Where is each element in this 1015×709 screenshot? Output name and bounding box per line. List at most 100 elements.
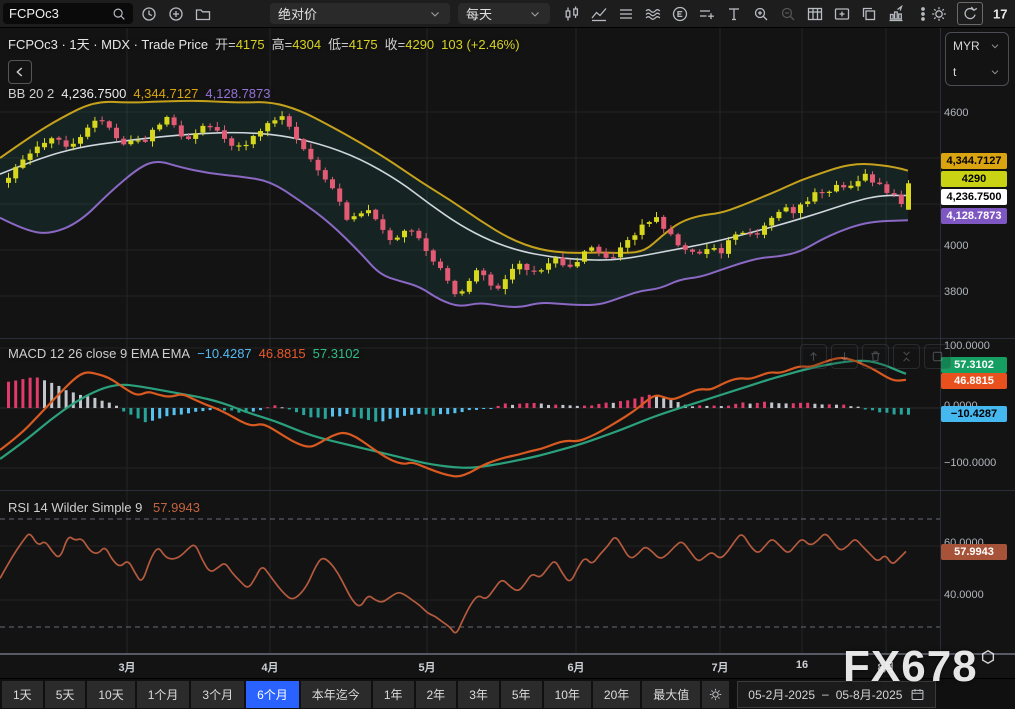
range-button-1天[interactable]: 1天 — [2, 681, 43, 708]
table-button[interactable] — [803, 3, 827, 24]
price-axis-badge: 4290 — [941, 171, 1007, 187]
text-button[interactable] — [722, 3, 746, 24]
gear-button[interactable] — [927, 3, 951, 24]
chevron-down-icon — [989, 62, 1001, 83]
pane-controls-toolbar — [800, 344, 951, 369]
pane-arrow-up-button[interactable] — [800, 344, 827, 369]
price-axis-separator[interactable] — [940, 27, 941, 655]
price-axis-badge: 4,236.7500 — [941, 189, 1007, 205]
macd-legend-title[interactable]: MACD 12 26 close 9 EMA EMA — [8, 346, 190, 361]
waves-button[interactable] — [641, 3, 665, 24]
candles-button[interactable] — [560, 3, 584, 24]
range-button-20年[interactable]: 20年 — [593, 681, 640, 708]
search-icon — [111, 3, 127, 24]
chart-export-button[interactable] — [884, 3, 908, 24]
clock-button[interactable] — [137, 3, 161, 24]
copy-button[interactable] — [857, 3, 881, 24]
currency-value: MYR — [953, 39, 980, 53]
interval-dropdown[interactable]: 每天 — [458, 3, 550, 24]
zoom-in-button[interactable] — [749, 3, 773, 24]
range-button-2年[interactable]: 2年 — [416, 681, 457, 708]
ohlc-value: 4290 — [405, 37, 434, 52]
symbol-legend: FCPOc3 · 1天 · MDX · Trade Price开=4175高=4… — [8, 34, 520, 53]
screenshot-icon — [833, 5, 851, 23]
range-settings-button[interactable] — [702, 681, 729, 708]
waves-icon — [644, 5, 662, 23]
gear-icon — [708, 687, 723, 702]
pane-trash-button[interactable] — [862, 344, 889, 369]
pane-arrow-down-button[interactable] — [831, 344, 858, 369]
collapse-icon — [899, 349, 914, 364]
date-from: 05-2月-2025 — [748, 686, 815, 703]
time-axis[interactable]: 3月4月5月6月7月168月 — [0, 655, 1015, 678]
currency-selector[interactable]: MYR — [946, 33, 1008, 59]
toolbar-left-icon-group — [137, 3, 215, 24]
symbol-legend-title[interactable]: FCPOc3 · 1天 · MDX · Trade Price — [8, 37, 208, 52]
compare-button[interactable] — [695, 3, 719, 24]
indicator-value: 57.3102 — [313, 346, 360, 361]
indicator-value: 46.8815 — [259, 346, 306, 361]
unit-selector[interactable]: t — [946, 59, 1008, 85]
undo-icon — [961, 5, 979, 23]
time-axis-label: 16 — [796, 659, 808, 671]
price-axis-badge: 46.8815 — [941, 373, 1007, 389]
bottom-toolbar: 1天5天10天1个月3个月6个月本年迄今1年2年3年5年10年20年最大值 05… — [0, 678, 1015, 709]
range-button-10天[interactable]: 10天 — [87, 681, 134, 708]
candles-icon — [563, 5, 581, 23]
chart-area[interactable]: FCPOc3 · 1天 · MDX · Trade Price开=4175高=4… — [0, 27, 1015, 655]
range-button-最大值[interactable]: 最大值 — [642, 681, 700, 708]
pane-divider[interactable] — [0, 338, 1015, 339]
time-axis-label: 8月 — [877, 659, 894, 675]
chart-line-button[interactable] — [587, 3, 611, 24]
rsi-legend-title[interactable]: RSI 14 Wilder Simple 9 — [8, 500, 142, 515]
pane-collapse-button[interactable] — [893, 344, 920, 369]
circle-e-button[interactable] — [668, 3, 692, 24]
plus-circle-button[interactable] — [164, 3, 188, 24]
range-button-5年[interactable]: 5年 — [501, 681, 542, 708]
chevron-down-icon — [989, 36, 1001, 57]
date-separator: – — [822, 687, 829, 701]
range-button-1个月[interactable]: 1个月 — [137, 681, 190, 708]
bb-legend-title[interactable]: BB 20 2 — [8, 86, 54, 101]
ohlc-label: 开= — [215, 37, 236, 52]
symbol-search-box[interactable]: FCPOc3 — [3, 3, 133, 24]
range-button-1年[interactable]: 1年 — [373, 681, 414, 708]
table-icon — [806, 5, 824, 23]
circle-e-icon — [671, 5, 689, 23]
tv-logo-button[interactable]: 17 — [989, 3, 1013, 24]
undo-button[interactable] — [957, 2, 983, 25]
interval-value: 每天 — [466, 4, 492, 23]
zoom-out-icon — [779, 5, 797, 23]
range-button-6个月[interactable]: 6个月 — [246, 681, 299, 708]
pane-maximize-button[interactable] — [924, 344, 951, 369]
change-value: 103 (+2.46%) — [441, 37, 519, 52]
date-range-picker[interactable]: 05-2月-2025 – 05-8月-2025 — [737, 681, 936, 708]
date-to: 05-8月-2025 — [836, 686, 903, 703]
range-button-3个月[interactable]: 3个月 — [191, 681, 244, 708]
price-mode-dropdown[interactable]: 绝对价 — [270, 3, 450, 24]
text-icon — [725, 5, 743, 23]
range-button-5天[interactable]: 5天 — [45, 681, 86, 708]
price-pane-canvas[interactable] — [0, 27, 940, 338]
indicator-value: −10.4287 — [197, 346, 252, 361]
range-button-10年[interactable]: 10年 — [544, 681, 591, 708]
folder-button[interactable] — [191, 3, 215, 24]
ohlc-value: 4304 — [292, 37, 321, 52]
rsi-legend: RSI 14 Wilder Simple 9 57.9943 — [8, 500, 200, 515]
range-button-3年[interactable]: 3年 — [458, 681, 499, 708]
rsi-legend-value: 57.9943 — [153, 500, 200, 515]
zoom-out-button[interactable] — [776, 3, 800, 24]
layers-button[interactable] — [614, 3, 638, 24]
range-button-本年迄今[interactable]: 本年迄今 — [301, 681, 371, 708]
time-axis-label: 4月 — [261, 659, 278, 675]
price-axis-label: 3800 — [944, 286, 968, 298]
price-axis-badge: 4,344.7127 — [941, 153, 1007, 169]
chevron-left-icon — [9, 62, 31, 83]
arrow-up-icon — [806, 349, 821, 364]
screenshot-button[interactable] — [830, 3, 854, 24]
back-button[interactable] — [8, 60, 32, 84]
pane-divider[interactable] — [0, 490, 1015, 491]
svg-text:17: 17 — [993, 6, 1007, 21]
chart-export-icon — [887, 5, 905, 23]
indicator-value: 4,236.7500 — [61, 86, 126, 101]
